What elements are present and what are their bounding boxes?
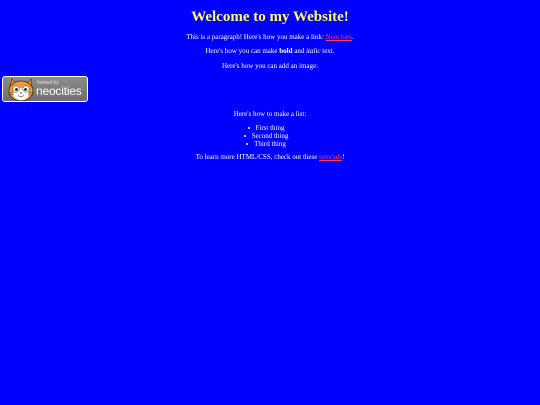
list-item: Third thing	[0, 140, 540, 148]
paragraph-list-intro: Here's how to make a list:	[233, 110, 307, 118]
italic-text: italic	[306, 47, 321, 55]
tutorials-text-start: To learn more HTML/CSS, check out these	[195, 153, 320, 161]
list-item-text: Second thing	[251, 132, 289, 140]
list-item-text: Third thing	[254, 140, 286, 148]
hosted-by-neocities-badge[interactable]: hosted by neocities	[2, 76, 88, 102]
formatting-text-middle: and	[292, 47, 307, 55]
list-item: First thing	[0, 124, 540, 132]
page-title: Welcome to my Website!	[191, 9, 349, 25]
paragraph-link-end: .	[351, 33, 354, 41]
page: Welcome to my Website! This is a paragra…	[0, 0, 540, 405]
neocities-link[interactable]: Neocities	[326, 33, 352, 41]
paragraph-tutorials: To learn more HTML/CSS, check out these …	[0, 153, 540, 162]
paragraph-link-text: This is a paragraph! Here's how you make…	[186, 33, 326, 41]
formatting-text-start: Here's how you can make	[205, 47, 280, 55]
bold-text: bold	[279, 47, 293, 55]
tutorials-link[interactable]: tutorials	[319, 153, 342, 161]
list-item-text: First thing	[255, 124, 285, 132]
badge-brand-label: neocities	[36, 84, 82, 98]
tutorials-text-end: !	[342, 153, 345, 161]
paragraph-link: This is a paragraph! Here's how you make…	[0, 33, 540, 42]
formatting-text-end: text.	[320, 47, 335, 55]
paragraph-formatting: Here's how you can make bold and italic …	[0, 47, 540, 56]
paragraph-image: Here's how you can add an image:	[221, 62, 319, 70]
example-list: First thing Second thing Third thing	[0, 124, 540, 148]
neocities-cat-icon	[7, 78, 35, 101]
list-item: Second thing	[0, 132, 540, 140]
